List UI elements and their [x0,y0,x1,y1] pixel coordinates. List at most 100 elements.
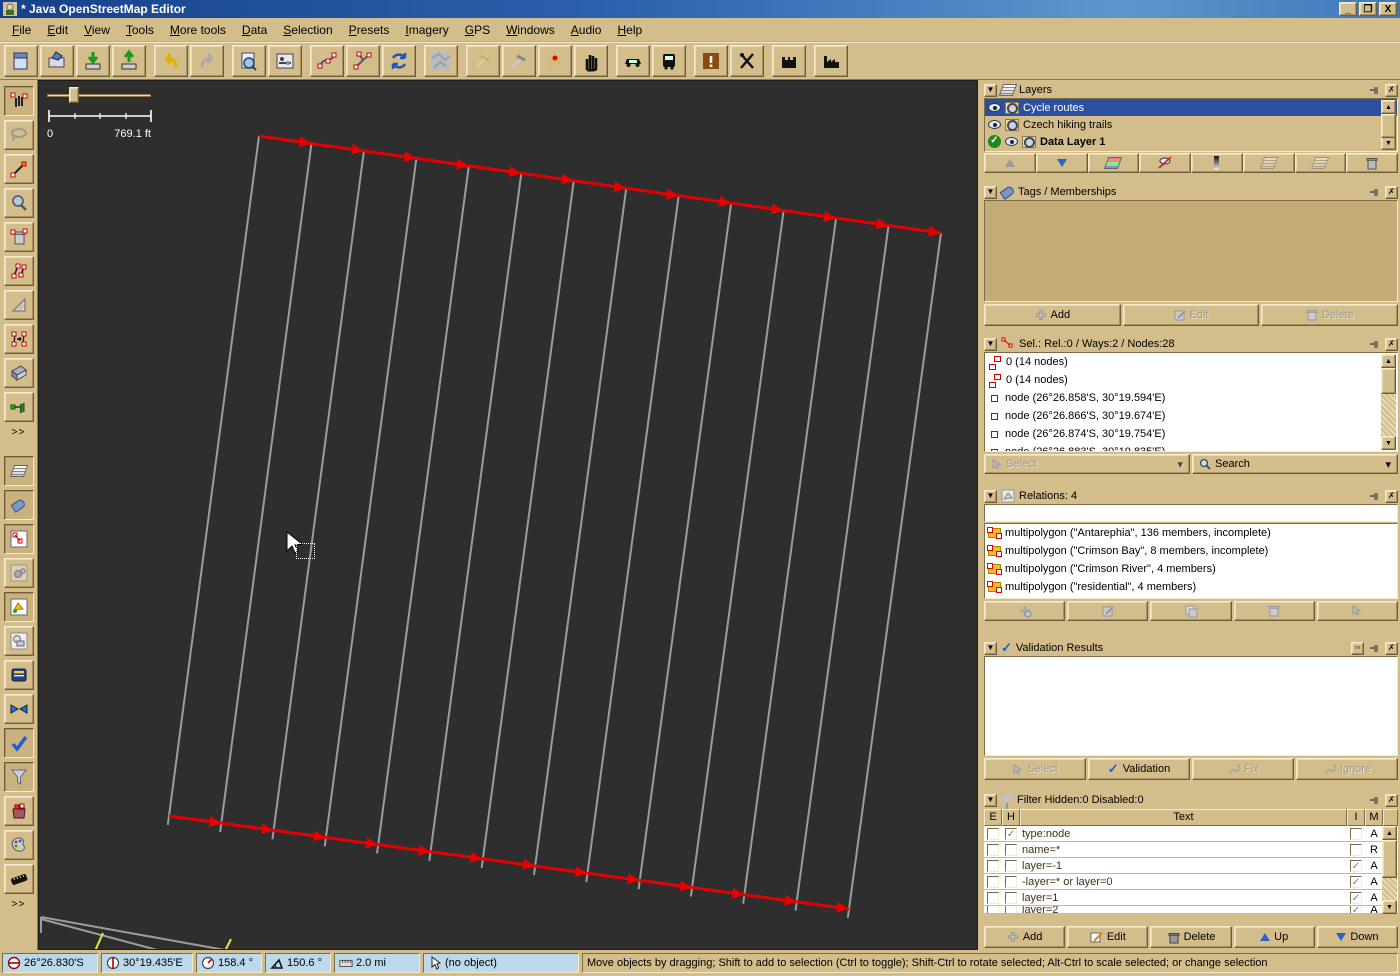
selection-item-way-1[interactable]: 0 (14 nodes) [985,353,1397,371]
hide-checkbox[interactable] [1005,827,1017,840]
close-selection-button[interactable]: ✗ [1385,337,1398,351]
update-data-button[interactable] [382,45,416,77]
validation-ignore-button[interactable]: Ignore [1296,758,1398,780]
menu-audio[interactable]: Audio [563,20,610,40]
layer-opacity-button[interactable] [1191,153,1243,173]
tool-red-button[interactable] [538,45,572,77]
merge-ways-button[interactable] [310,45,344,77]
layer-row-czech-hiking[interactable]: Czech hiking trails [985,116,1397,133]
split-way-button[interactable] [346,45,380,77]
col-enable[interactable]: E [984,809,1002,826]
edit-relation-button[interactable] [1067,601,1149,621]
collapse-selection-button[interactable]: ▼ [984,337,997,351]
filter-row-layer-or[interactable]: -layer=* or layer=0 A [984,874,1398,890]
hide-checkbox[interactable] [1005,875,1017,888]
warning-preset-button[interactable] [694,45,728,77]
unglue-tool[interactable] [3,256,34,286]
restore-button[interactable]: ❐ [1359,2,1377,16]
enable-checkbox[interactable] [987,875,999,888]
enable-checkbox[interactable] [987,843,999,856]
delete-relation-button[interactable] [1233,601,1315,621]
invert-checkbox[interactable] [1350,891,1362,904]
more-modes-expander[interactable]: >> [4,424,34,440]
selection-scrollbar[interactable]: ▲ ▼ [1381,354,1396,450]
visibility-eye-icon[interactable] [988,120,1001,129]
zoom-tool[interactable] [3,188,34,218]
sticky-pin-icon[interactable] [1368,186,1381,199]
scroll-down-icon[interactable]: ▼ [1381,436,1396,450]
menu-view[interactable]: View [76,20,118,40]
hide-checkbox[interactable] [1005,843,1017,856]
scroll-up-icon[interactable]: ▲ [1381,354,1396,368]
lasso-tool[interactable] [3,120,34,150]
scroll-up-icon[interactable]: ▲ [1382,826,1397,840]
invert-checkbox[interactable] [1350,843,1362,856]
pan-button[interactable] [574,45,608,77]
filter-down-button[interactable]: Down [1316,926,1399,948]
filter-add-button[interactable]: Add [984,926,1066,948]
selection-item-way-2[interactable]: 0 (14 nodes) [985,371,1397,389]
tag-add-button[interactable]: Add [984,304,1121,326]
invert-checkbox[interactable] [1350,859,1362,872]
collapse-tags-button[interactable]: ▼ [984,185,997,199]
col-hide[interactable]: H [1002,809,1020,826]
menu-tools[interactable]: Tools [118,20,162,40]
sticky-pin-icon[interactable] [1368,338,1381,351]
menu-more-tools[interactable]: More tools [162,20,234,40]
works-preset-button[interactable] [814,45,848,77]
download-button[interactable] [76,45,110,77]
close-validation-button[interactable]: ✗ [1385,641,1398,655]
relations-filter-input[interactable] [984,504,1398,522]
layer-activate-button[interactable] [1087,153,1140,173]
hide-checkbox[interactable] [1005,891,1017,904]
visibility-eye-icon[interactable] [1005,137,1018,146]
draw-node-tool[interactable] [3,154,34,184]
building-tool[interactable] [3,358,34,388]
menu-help[interactable]: Help [609,20,650,40]
preferences-button[interactable] [268,45,302,77]
menu-selection[interactable]: Selection [275,20,340,40]
select-move-tool[interactable] [3,86,34,116]
scroll-down-icon[interactable]: ▼ [1381,136,1396,150]
open-button[interactable] [40,45,74,77]
filter-up-button[interactable]: Up [1233,926,1315,948]
tool-light-button[interactable] [466,45,500,77]
enable-checkbox[interactable] [987,827,999,840]
bus-preset-button[interactable] [652,45,686,77]
filter-dialog-toggle[interactable] [3,762,34,792]
castle-preset-button[interactable] [772,45,806,77]
col-inverted[interactable]: I [1347,809,1365,826]
menu-edit[interactable]: Edit [39,20,76,40]
layer-row-data-layer-1[interactable]: ✓ Data Layer 1 [985,133,1397,150]
conflict-dialog-toggle[interactable] [3,694,34,724]
relations-dialog-toggle[interactable] [3,592,34,622]
tag-edit-button[interactable]: Edit [1122,304,1260,326]
upload-button[interactable] [112,45,146,77]
selection-item-node-3[interactable]: node (26°26.874'S, 30°19.754'E) [985,425,1397,443]
menu-gps[interactable]: GPS [457,20,498,40]
layer-row-cycle-routes[interactable]: Cycle routes [985,99,1397,116]
more-dialogs-expander[interactable]: >> [4,896,34,912]
enable-checkbox[interactable] [987,859,999,872]
filter-edit-button[interactable]: Edit [1067,926,1149,948]
restaurant-preset-button[interactable] [730,45,764,77]
validation-dialog-toggle[interactable] [3,728,34,758]
relation-row-crimson-river[interactable]: multipolygon ("Crimson River", 4 members… [985,560,1397,578]
selection-dialog-toggle[interactable] [3,524,34,554]
close-button[interactable]: X [1379,2,1397,16]
selection-item-node-4[interactable]: node (26°26.883'S, 30°19.835'E) [985,443,1397,451]
validation-run-button[interactable]: ✓ Validation [1088,758,1190,780]
authors-dialog-toggle[interactable] [3,660,34,690]
download-along-button[interactable] [232,45,266,77]
menu-file[interactable]: File [4,20,39,40]
layer-show-hide-button[interactable] [1139,153,1191,173]
scroll-down-icon[interactable]: ▼ [1382,900,1397,914]
map-canvas[interactable]: 0 769.1 ft [38,80,978,950]
validation-fix-button[interactable]: Fix [1192,758,1294,780]
close-tags-button[interactable]: ✗ [1385,185,1398,199]
extrude-tool[interactable] [3,392,34,422]
close-filter-button[interactable]: ✗ [1385,793,1398,807]
selection-search-button[interactable]: Search ▾ [1192,454,1398,474]
relation-row-antarephia[interactable]: multipolygon ("Antarephia", 136 members,… [985,524,1397,542]
duplicate-relation-button[interactable] [1150,601,1232,621]
